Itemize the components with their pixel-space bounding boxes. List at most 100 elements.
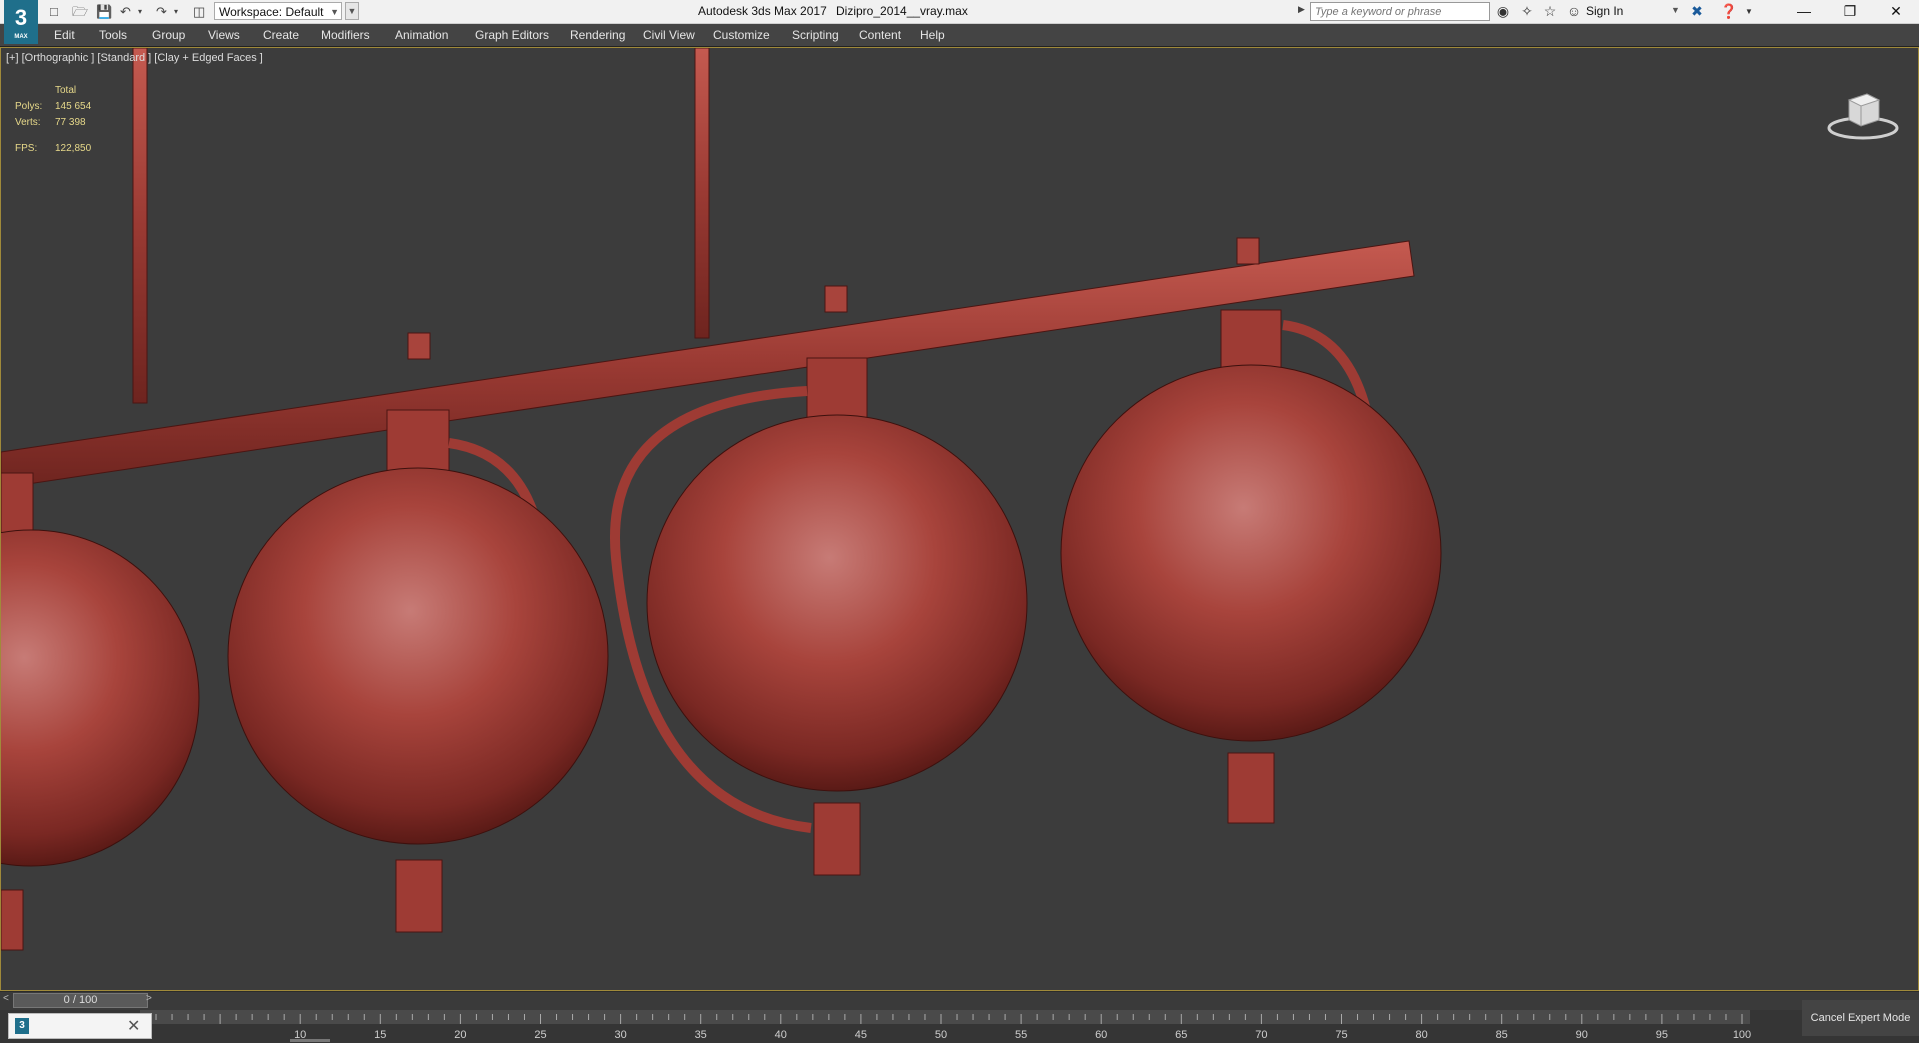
stats-header: Total — [55, 85, 77, 96]
logo-subtext: MAX — [14, 34, 28, 40]
viewcube-icon[interactable] — [1827, 82, 1899, 142]
redo-icon[interactable]: ↷ — [156, 3, 167, 20]
menu-graph-editors[interactable]: Graph Editors — [475, 24, 549, 46]
scene-render[interactable] — [1, 48, 1919, 991]
menu-views[interactable]: Views — [208, 24, 240, 46]
frame-ruler: 10 15 20 25 30 35 40 45 50 55 60 65 70 75 80 85 90 95 100 — [139, 1010, 1751, 1042]
redo-dropdown-icon[interactable]: ▾ — [174, 3, 178, 20]
close-icon[interactable]: ✕ — [127, 1016, 140, 1036]
verts-label: Verts: — [15, 117, 41, 128]
menu-rendering[interactable]: Rendering — [570, 24, 625, 46]
fps-label: FPS: — [15, 143, 38, 154]
ruler-label: 40 — [775, 1029, 787, 1041]
menu-customize[interactable]: Customize — [713, 24, 770, 46]
menu-content[interactable]: Content — [859, 24, 901, 46]
workspace-label: Workspace: Default — [219, 5, 324, 19]
ruler-label: 85 — [1496, 1029, 1508, 1041]
lamp-bottom-cap — [395, 859, 443, 933]
menu-create[interactable]: Create — [263, 24, 299, 46]
bolt — [824, 285, 848, 313]
ruler-label: 70 — [1255, 1029, 1267, 1041]
document-title: Dizipro_2014__vray.max — [836, 4, 968, 18]
menu-modifiers[interactable]: Modifiers — [321, 24, 370, 46]
lamp-neck — [386, 409, 450, 477]
new-file-icon[interactable]: □ — [50, 3, 58, 20]
ruler-label: 15 — [374, 1029, 386, 1041]
ruler-label: 100 — [1733, 1029, 1751, 1041]
minimize-button[interactable]: — — [1781, 0, 1827, 23]
fps-value: 122,850 — [55, 143, 92, 154]
ruler-track — [140, 1010, 1750, 1024]
track-bar[interactable]: 10 15 20 25 30 35 40 45 50 55 60 65 70 75 80 85 90 95 100 — [0, 1010, 1919, 1043]
ruler-label: 25 — [534, 1029, 546, 1041]
verts-value: 77 398 — [55, 117, 86, 128]
taskbar-preview[interactable]: 3 ✕ — [8, 1013, 152, 1039]
user-icon[interactable]: ☺ — [1565, 3, 1583, 20]
app-logo[interactable]: 3 MAX — [4, 0, 38, 44]
menu-bar: Edit Tools Group Views Create Modifiers … — [0, 24, 1919, 47]
time-slider-bar: < 0 / 100 > — [0, 992, 1919, 1010]
menu-animation[interactable]: Animation — [395, 24, 448, 46]
bolt — [1236, 237, 1260, 265]
ruler-label: 65 — [1175, 1029, 1187, 1041]
hanging-rod — [132, 48, 148, 404]
undo-icon[interactable]: ↶ — [120, 3, 131, 20]
restore-button[interactable]: ❐ — [1827, 0, 1873, 23]
chevron-down-icon[interactable]: ▼ — [1671, 5, 1680, 15]
previous-frame-icon[interactable]: < — [3, 993, 9, 1004]
title-bar: 3 MAX □ 🗁 💾 ↶ ▾ ↷ ▾ ◫ Workspace: Default … — [0, 0, 1919, 44]
ruler-label: 55 — [1015, 1029, 1027, 1041]
search-input[interactable] — [1310, 2, 1490, 21]
menu-civil-view[interactable]: Civil View — [643, 24, 695, 46]
quick-access-customize-icon[interactable]: ▼ — [345, 2, 359, 20]
current-frame-marker — [290, 1039, 330, 1042]
bolt — [407, 332, 431, 360]
lamp-bottom-cap — [813, 802, 861, 876]
logo-text: 3 — [14, 5, 28, 30]
ruler-label: 35 — [695, 1029, 707, 1041]
viewport-label[interactable]: [+] [Orthographic ] [Standard ] [Clay + … — [6, 52, 263, 64]
menu-group[interactable]: Group — [152, 24, 185, 46]
search-expand-icon[interactable]: ▶ — [1298, 4, 1305, 15]
menu-help[interactable]: Help — [920, 24, 945, 46]
menu-edit[interactable]: Edit — [54, 24, 75, 46]
orthographic-viewport[interactable]: [+] [Orthographic ] [Standard ] [Clay + … — [0, 47, 1919, 991]
menu-scripting[interactable]: Scripting — [792, 24, 839, 46]
app-icon: 3 — [15, 1018, 29, 1034]
ruler-label: 75 — [1335, 1029, 1347, 1041]
undo-dropdown-icon[interactable]: ▾ — [138, 3, 142, 20]
chevron-down-icon: ▼ — [330, 7, 339, 17]
lamp-sphere — [227, 467, 609, 845]
next-frame-icon[interactable]: > — [146, 993, 152, 1004]
app-title: Autodesk 3ds Max 2017 — [698, 4, 827, 18]
lamp-sphere — [1, 529, 200, 867]
hanging-rod — [694, 48, 710, 339]
project-folder-icon[interactable]: ◫ — [193, 3, 205, 20]
ruler-label: 80 — [1415, 1029, 1427, 1041]
lamp-sphere — [646, 414, 1028, 792]
polys-value: 145 654 — [55, 101, 92, 112]
exchange-apps-icon[interactable]: ✖ — [1688, 3, 1706, 20]
ruler-label: 30 — [614, 1029, 626, 1041]
communication-center-icon[interactable]: ✧ — [1518, 3, 1536, 20]
favorites-star-icon[interactable]: ☆ — [1541, 3, 1559, 20]
lamp-neck — [1220, 309, 1282, 375]
help-icon[interactable]: ❓ — [1720, 3, 1738, 20]
close-button[interactable]: ✕ — [1873, 0, 1919, 23]
ruler-label: 90 — [1576, 1029, 1588, 1041]
lamp-neck — [806, 357, 868, 423]
workspace-selector[interactable]: Workspace: Default ▼ — [214, 2, 342, 20]
open-folder-icon[interactable]: 🗁 — [72, 3, 88, 20]
help-dropdown-icon[interactable]: ▼ — [1740, 3, 1758, 20]
ruler-label: 50 — [935, 1029, 947, 1041]
polys-label: Polys: — [15, 101, 43, 112]
cancel-expert-mode-button[interactable]: Cancel Expert Mode — [1802, 1000, 1919, 1036]
save-icon[interactable]: 💾 — [96, 3, 112, 20]
lamp-bottom-cap — [1227, 752, 1275, 824]
menu-tools[interactable]: Tools — [99, 24, 127, 46]
binoculars-icon[interactable]: ◉ — [1494, 3, 1512, 20]
ruler-label: 60 — [1095, 1029, 1107, 1041]
time-slider[interactable]: 0 / 100 — [13, 993, 148, 1008]
sign-in-button[interactable]: Sign In — [1586, 0, 1623, 23]
lamp-bottom-cap — [1, 889, 24, 951]
